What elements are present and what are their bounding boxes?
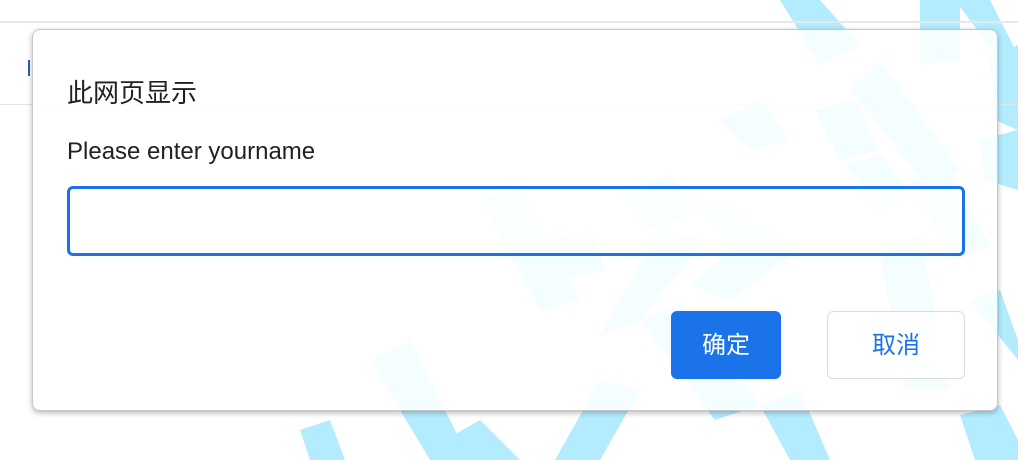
browser-page: 此网页显示 Please enter yourname 确定 取消 — [0, 0, 1018, 460]
prompt-text-input[interactable] — [67, 186, 965, 256]
dialog-title: 此网页显示 — [67, 79, 198, 109]
page-edge-fragment — [28, 60, 30, 76]
ok-button[interactable]: 确定 — [671, 311, 781, 379]
cancel-button[interactable]: 取消 — [827, 311, 965, 379]
page-top-divider — [0, 21, 1018, 23]
dialog-message: Please enter yourname — [67, 138, 316, 165]
prompt-dialog: 此网页显示 Please enter yourname 确定 取消 — [32, 29, 998, 411]
